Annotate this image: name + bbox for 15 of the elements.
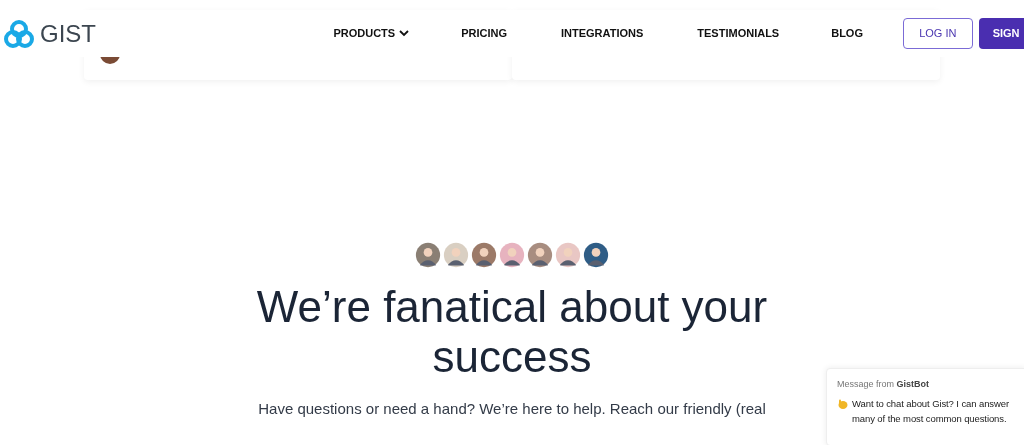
sender-label: Message from [837,379,895,389]
hero-heading: We’re fanatical about your success [256,282,768,382]
hero-text: Have questions or need a hand? We’re here to help. Reach our friendly (real [258,399,766,419]
signup-button[interactable]: SIGN [978,18,1024,49]
nav-link[interactable]: TESTIMONIALS [697,25,780,42]
nav-link[interactable]: PRODUCTS [333,25,410,42]
chevron-down-icon [399,30,410,37]
nav-link[interactable]: INTEGRATIONS [561,25,644,42]
logo-icon [4,18,34,49]
chat-text: Want to chat about Gist? I can answer many of the most common questions. [852,396,1010,426]
logo-text: GIST [40,18,96,49]
sender-name: GistBot [896,379,930,389]
nav-link[interactable]: PRICING [461,25,507,42]
login-button[interactable]: LOG IN [902,18,973,49]
nav-link[interactable]: BLOG [831,25,863,42]
